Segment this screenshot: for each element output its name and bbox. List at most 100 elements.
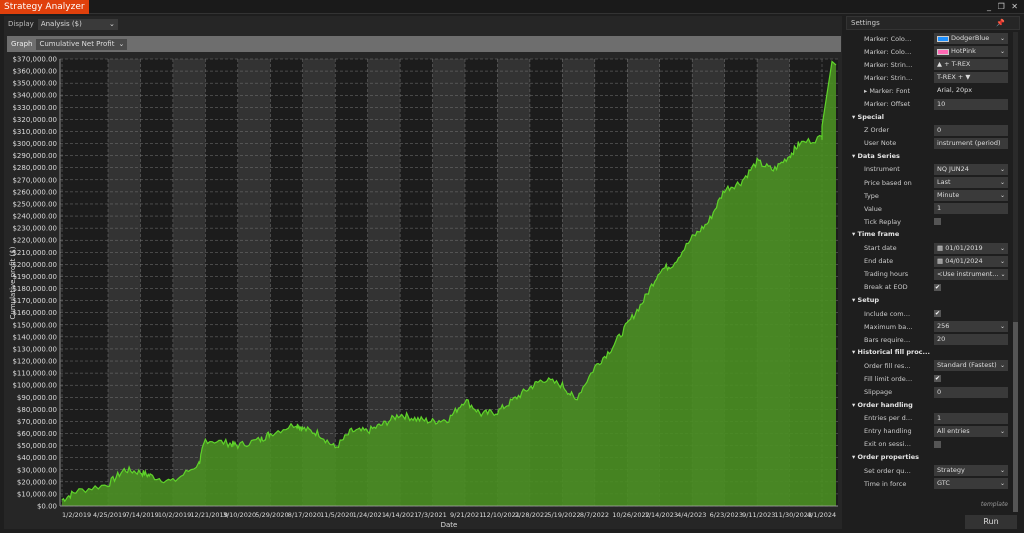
category-header[interactable]: ▾ Historical fill proc... — [846, 346, 1012, 359]
property-label: Instrument — [864, 165, 900, 174]
pin-icon[interactable]: 📌 — [996, 17, 1005, 29]
property-value-text: 20 — [937, 335, 946, 344]
property-checkbox[interactable] — [934, 218, 941, 226]
property-value-text: 256 — [937, 322, 950, 331]
y-tick-label: $20,000.00 — [17, 478, 57, 486]
property-value[interactable]: Strategy ⌄ — [934, 465, 1008, 477]
category-header[interactable]: ▾ Order handling — [846, 399, 1012, 412]
settings-scrollbar[interactable] — [1013, 32, 1018, 512]
property-value[interactable]: GTC ⌄ — [934, 478, 1008, 490]
template-link[interactable]: template — [981, 501, 1008, 508]
category-header[interactable]: ▾ Data Series — [846, 150, 1012, 163]
property-value[interactable]: <Use instrument... ⌄ — [934, 268, 1008, 280]
property-value-text: 0 — [937, 125, 942, 134]
property-value[interactable]: Minute ⌄ — [934, 190, 1008, 202]
scrollbar-thumb[interactable] — [1013, 322, 1018, 512]
property-checkbox[interactable]: ✔ — [934, 283, 941, 291]
property-checkbox[interactable]: ✔ — [934, 310, 941, 318]
property-value[interactable]: Arial, 20px — [934, 85, 1008, 96]
property-row: User Note instrument (period) — [846, 137, 1012, 150]
y-tick-label: $240,000.00 — [12, 213, 57, 221]
property-label: Include commissi... — [864, 309, 914, 318]
property-label: ▸ Marker: Font — [864, 86, 911, 95]
settings-title: Settings — [851, 19, 880, 27]
property-checkbox[interactable] — [934, 440, 941, 448]
x-tick-label: 8/7/2022 — [580, 511, 609, 519]
property-value[interactable]: 0 — [934, 386, 1008, 398]
property-value[interactable]: DodgerBlue ⌄ — [934, 33, 1008, 45]
property-row: Tick Replay — [846, 215, 1012, 228]
property-value[interactable]: 20 — [934, 334, 1008, 346]
property-label: Trading hours — [864, 270, 909, 279]
property-row: Set order quantity Strategy ⌄ — [846, 464, 1012, 477]
property-value[interactable]: ▲ + T-REX — [934, 59, 1008, 71]
property-row: Include commissi... ✔ — [846, 307, 1012, 320]
chevron-down-icon: ⌄ — [999, 257, 1005, 265]
category-header[interactable]: ▾ Special — [846, 111, 1012, 124]
y-tick-label: $320,000.00 — [12, 116, 57, 124]
chevron-down-icon: ⌄ — [999, 192, 1005, 200]
property-value[interactable]: instrument (period) — [934, 137, 1008, 149]
property-value-text: 0 — [937, 387, 942, 396]
property-value[interactable]: 10 — [934, 98, 1008, 110]
y-tick-label: $110,000.00 — [12, 370, 57, 378]
x-tick-label: 4/1/2024 — [807, 511, 836, 519]
property-value[interactable]: All entries ⌄ — [934, 425, 1008, 437]
chevron-down-icon: ⌄ — [999, 165, 1005, 173]
property-label: User Note — [864, 139, 897, 148]
property-value[interactable]: 256 ⌄ — [934, 321, 1008, 333]
y-axis-title: Cumulative profit ($) — [9, 246, 17, 319]
property-row: Slippage 0 — [846, 386, 1012, 399]
chevron-down-icon: ⌄ — [999, 480, 1005, 488]
property-row: Price based on Last ⌄ — [846, 176, 1012, 189]
property-row: Maximum bars lo... 256 ⌄ — [846, 320, 1012, 333]
category-header[interactable]: ▾ Order properties — [846, 451, 1012, 464]
property-value[interactable]: Standard (Fastest) ⌄ — [934, 360, 1008, 372]
x-tick-label: 7/14/2019 — [125, 511, 158, 519]
category-header[interactable]: ▾ Setup — [846, 294, 1012, 307]
property-row: Break at EOD ✔ — [846, 281, 1012, 294]
chevron-down-icon: ⌄ — [1000, 270, 1006, 278]
x-tick-label: 4/25/2019 — [93, 511, 126, 519]
chevron-down-icon: ⌄ — [999, 48, 1005, 56]
property-value[interactable]: NQ JUN24 ⌄ — [934, 163, 1008, 175]
property-row: Marker: String Do... T-REX + ▼ — [846, 71, 1012, 84]
y-tick-label: $80,000.00 — [17, 406, 57, 414]
property-value[interactable]: 1 — [934, 412, 1008, 424]
property-label: Value — [864, 204, 882, 213]
chevron-down-icon: ⌄ — [999, 362, 1005, 370]
property-value[interactable]: 0 — [934, 124, 1008, 136]
y-tick-label: $90,000.00 — [17, 394, 57, 402]
property-value[interactable]: Last ⌄ — [934, 177, 1008, 189]
window-controls[interactable]: _ ❐ ✕ — [987, 2, 1020, 11]
property-label: Time in force — [864, 479, 907, 488]
property-value[interactable]: ▦ 04/01/2024 ⌄ — [934, 255, 1008, 267]
y-tick-label: $230,000.00 — [12, 225, 57, 233]
property-value-text: T-REX + ▼ — [937, 73, 971, 82]
x-tick-label: 1/2/2019 — [62, 511, 91, 519]
property-value-text: 1 — [937, 413, 942, 422]
property-label: Start date — [864, 244, 897, 253]
y-tick-label: $290,000.00 — [12, 152, 57, 160]
property-value[interactable]: T-REX + ▼ — [934, 72, 1008, 84]
x-tick-label: 10/2/2019 — [158, 511, 191, 519]
y-tick-label: $270,000.00 — [12, 176, 57, 184]
x-tick-label: 4/4/2023 — [677, 511, 706, 519]
y-tick-label: $190,000.00 — [12, 273, 57, 281]
property-label: End date — [864, 257, 894, 266]
property-row: Marker: String Up... ▲ + T-REX — [846, 58, 1012, 71]
category-header[interactable]: ▾ Time frame — [846, 228, 1012, 241]
settings-grid: Marker: Color Bull...DodgerBlue⌄Marker: … — [846, 32, 1012, 490]
y-tick-label: $330,000.00 — [12, 104, 57, 112]
property-value[interactable]: ▦ 01/01/2019 ⌄ — [934, 242, 1008, 254]
property-value[interactable]: 1 — [934, 203, 1008, 215]
property-row: Value 1 — [846, 202, 1012, 215]
property-checkbox[interactable]: ✔ — [934, 375, 941, 383]
property-label: Marker: Offset — [864, 100, 911, 109]
y-tick-label: $280,000.00 — [12, 164, 57, 172]
property-row: Marker: Offset 10 — [846, 97, 1012, 110]
property-row: Trading hours <Use instrument... ⌄ — [846, 268, 1012, 281]
property-value[interactable]: HotPink ⌄ — [934, 46, 1008, 58]
property-label: Exit on session clo... — [864, 440, 914, 449]
run-button[interactable]: Run — [965, 515, 1017, 529]
